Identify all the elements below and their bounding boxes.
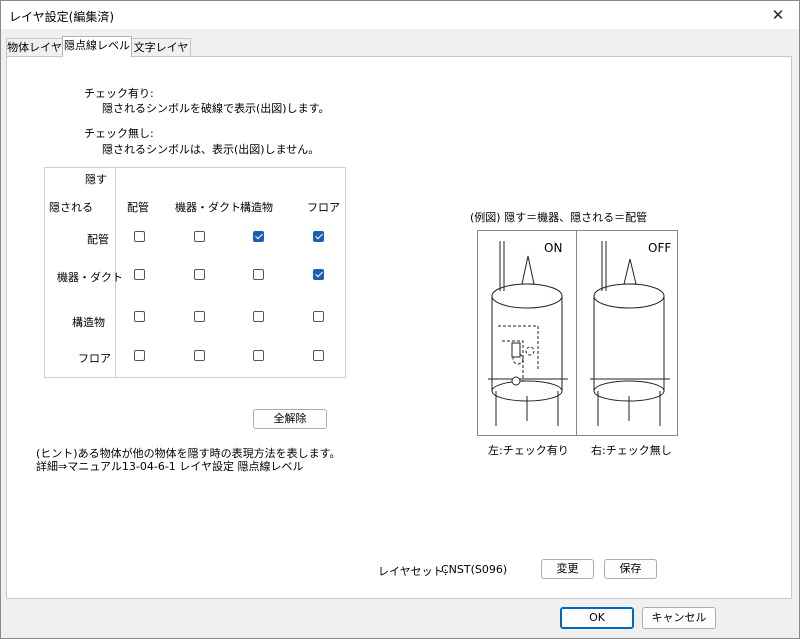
example-title: (例図) 隠す＝機器、隠される＝配管 [470, 211, 648, 224]
checkbox-structure-hidden-by-piping[interactable] [134, 311, 145, 322]
example-left-caption: 左:チェック有り [488, 444, 569, 457]
clear-all-button[interactable]: 全解除 [253, 409, 327, 429]
layer-settings-dialog: レイヤ設定(編集済) ✕ 物体レイヤ 隠点線レベル 文字レイヤ チェック有り: … [0, 0, 800, 639]
tank-illustrations [488, 241, 670, 426]
example-figure: ON OFF [477, 230, 678, 436]
checkbox-floor-hidden-by-piping[interactable] [134, 350, 145, 361]
tab-hidden-line-level[interactable]: 隠点線レベル [62, 36, 132, 57]
example-right-caption: 右:チェック無し [591, 444, 672, 457]
title-bar: レイヤ設定(編集済) ✕ [1, 1, 799, 29]
tab-object-layer[interactable]: 物体レイヤ [6, 38, 63, 56]
checkbox-piping-hidden-by-equipment-duct[interactable] [194, 231, 205, 242]
unchecked-title: チェック無し: [84, 127, 154, 140]
cancel-button[interactable]: キャンセル [642, 607, 716, 629]
checkbox-floor-hidden-by-equipment-duct[interactable] [194, 350, 205, 361]
row-label-floor: フロア [78, 352, 111, 365]
hidden-label: 隠される [49, 201, 93, 214]
col-header-piping: 配管 [127, 201, 149, 214]
tab-text-layer[interactable]: 文字レイヤ [131, 38, 191, 56]
unchecked-description: 隠されるシンボルは、表示(出図)しません。 [102, 143, 320, 156]
layerset-value: CNST(S096) [441, 563, 508, 576]
checkbox-equipment-duct-hidden-by-floor[interactable] [313, 269, 324, 280]
hide-matrix: 隠す 隠される 配管 機器・ダクト 構造物 フロア 配管 機器・ダクト 構造物 … [44, 167, 346, 378]
checked-description: 隠されるシンボルを破線で表示(出図)します。 [102, 102, 330, 115]
checkbox-structure-hidden-by-floor[interactable] [313, 311, 324, 322]
checkbox-piping-hidden-by-piping[interactable] [134, 231, 145, 242]
off-label: OFF [648, 241, 672, 255]
checkbox-structure-hidden-by-structure[interactable] [253, 311, 264, 322]
checkbox-equipment-duct-hidden-by-equipment-duct[interactable] [194, 269, 205, 280]
col-header-equipment-duct: 機器・ダクト [175, 201, 241, 214]
save-button[interactable]: 保存 [604, 559, 657, 579]
window-title: レイヤ設定(編集済) [9, 10, 115, 24]
ok-button[interactable]: OK [560, 607, 634, 629]
checkbox-floor-hidden-by-structure[interactable] [253, 350, 264, 361]
layerset-label: レイヤセット: [378, 565, 448, 578]
checkbox-floor-hidden-by-floor[interactable] [313, 350, 324, 361]
checkbox-structure-hidden-by-equipment-duct[interactable] [194, 311, 205, 322]
row-label-structure: 構造物 [72, 316, 105, 329]
row-label-equipment-duct: 機器・ダクト [57, 271, 123, 284]
close-icon: ✕ [771, 6, 785, 24]
row-label-piping: 配管 [87, 233, 109, 246]
checkbox-piping-hidden-by-structure[interactable] [253, 231, 264, 242]
change-button[interactable]: 変更 [541, 559, 594, 579]
col-header-structure: 構造物 [240, 201, 273, 214]
tab-panel-hidden-line-level: チェック有り: 隠されるシンボルを破線で表示(出図)します。 チェック無し: 隠… [6, 56, 792, 599]
close-button[interactable]: ✕ [757, 1, 799, 29]
hide-label: 隠す [85, 173, 107, 186]
checked-title: チェック有り: [84, 87, 154, 100]
checkbox-equipment-duct-hidden-by-piping[interactable] [134, 269, 145, 280]
checkbox-equipment-duct-hidden-by-structure[interactable] [253, 269, 264, 280]
hint-line-2: 詳細⇒マニュアル13-04-6-1 レイヤ設定 隠点線レベル [36, 460, 304, 473]
col-header-floor: フロア [307, 201, 340, 214]
on-label: ON [544, 241, 563, 255]
checkbox-piping-hidden-by-floor[interactable] [313, 231, 324, 242]
